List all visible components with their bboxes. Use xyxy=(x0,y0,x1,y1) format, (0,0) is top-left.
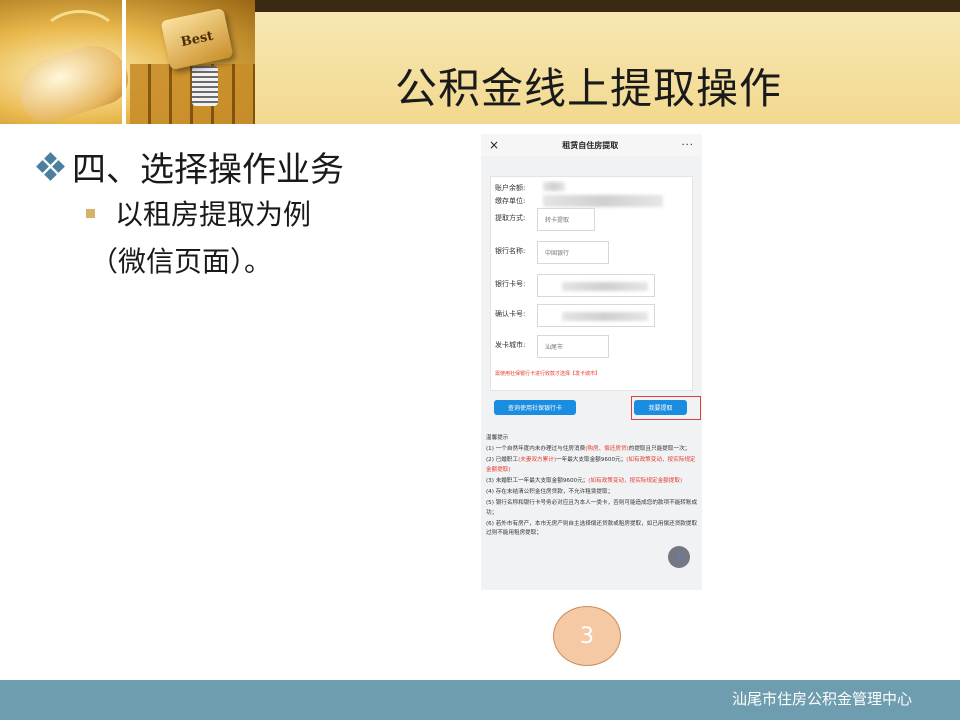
tip-item: (1) 一个自然年度内未办理过与住房消费(购房、偿还房贷)的提取且只能提取一次； xyxy=(486,446,691,453)
phone-header: × 租赁自住房提取 ··· xyxy=(481,134,702,156)
slide-title: 公积金线上提取操作 xyxy=(395,64,783,113)
back-arrow-icon[interactable]: ‹ xyxy=(668,546,690,568)
method-label: 提取方式: xyxy=(495,214,526,222)
bank-name-label: 银行名称: xyxy=(495,247,526,255)
sub-bullet: 以租房提取为例 xyxy=(86,193,311,233)
more-menu-icon[interactable]: ··· xyxy=(681,140,694,151)
close-icon[interactable]: × xyxy=(489,138,499,152)
square-bullet-icon xyxy=(86,208,95,218)
page-number: 3 xyxy=(553,606,621,666)
bank-card-note: 需使用社保银行卡进行收款才选择【发卡城市】 xyxy=(495,371,601,377)
header-decorative-image: Best xyxy=(0,0,255,124)
tip-item: (6) 若外市有房产，本市无房产则自主选择偿还贷款或租房提取，如已用偿还贷款提取… xyxy=(486,520,698,537)
main-bullet-text: 四、选择操作业务 xyxy=(72,150,344,190)
apply-withdrawal-button[interactable]: 我要提取 xyxy=(634,400,687,415)
unit-label: 缴存单位: xyxy=(495,197,526,205)
tips-heading: 温馨提示 xyxy=(486,435,509,441)
bank-name-field[interactable]: 中国银行 xyxy=(537,241,609,264)
tip-item: (5) 银行名称和银行卡号务必对应且为本人一类卡，否则可能造成您的款项不能转账成… xyxy=(486,500,698,516)
tip-item: (4) 存在未结清公积金住房贷款，不允许租赁提取； xyxy=(486,488,614,495)
main-bullet: 四、选择操作业务 xyxy=(36,142,344,191)
balance-label: 账户余额: xyxy=(495,184,526,192)
card-number-label: 银行卡号: xyxy=(495,280,526,288)
method-field[interactable]: 转卡提取 xyxy=(537,208,595,231)
confirm-card-field[interactable] xyxy=(537,304,655,327)
confirm-card-label: 确认卡号: xyxy=(495,310,526,318)
footer-text: 汕尾市住房公积金管理中心 xyxy=(731,690,912,708)
tips-section: 温馨提示 (1) 一个自然年度内未办理过与住房消费(购房、偿还房贷)的提取且只能… xyxy=(486,434,698,540)
blurred-unit xyxy=(543,195,663,207)
card-number-field[interactable] xyxy=(537,274,655,297)
sub-bullet-continuation: （微信页面）。 xyxy=(90,245,273,278)
blurred-balance xyxy=(543,182,565,191)
city-label: 发卡城市: xyxy=(495,341,526,349)
diamond-bullet-icon xyxy=(36,151,65,181)
sub-bullet-text: 以租房提取为例 xyxy=(115,198,312,231)
city-field[interactable]: 汕尾市 xyxy=(537,335,609,358)
phone-page-title: 租赁自住房提取 xyxy=(562,140,619,150)
best-key-image: Best xyxy=(160,7,234,71)
footer-bar: 汕尾市住房公积金管理中心 xyxy=(0,680,960,720)
wechat-screenshot: × 租赁自住房提取 ··· 账户余额: 缴存单位: 提取方式: 转卡提取 银行名… xyxy=(481,134,702,590)
query-social-bank-card-button[interactable]: 查询使用社保银行卡 xyxy=(494,400,576,415)
tip-item: (2) 已婚职工(夫妻双方累计)一年最大支取金额9600元；(如有政策变动，按实… xyxy=(486,457,696,473)
withdrawal-form: 账户余额: 缴存单位: 提取方式: 转卡提取 银行名称: 中国银行 银行卡号: … xyxy=(490,176,693,391)
tip-item: (3) 未婚职工一年最大支取金额9600元；(如有政策变动，按实际规定金额提取) xyxy=(486,477,683,484)
